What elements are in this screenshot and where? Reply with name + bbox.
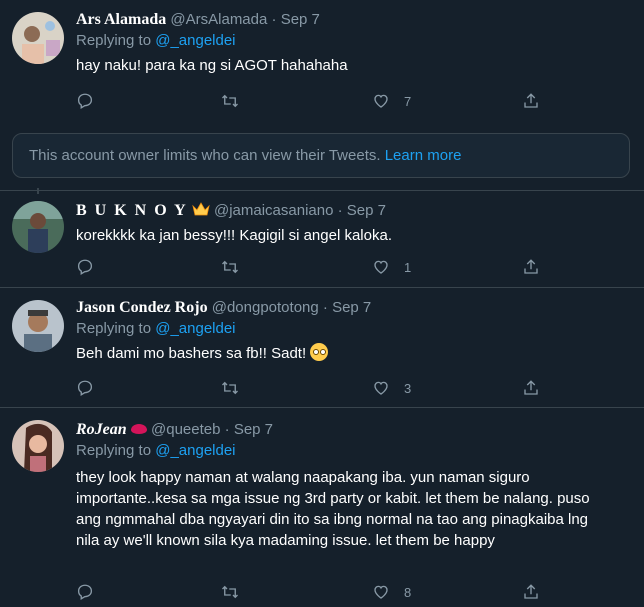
tweet-actions: 1 — [76, 257, 546, 277]
restricted-account-notice: This account owner limits who can view t… — [12, 133, 630, 178]
tweet-date[interactable]: Sep 7 — [234, 421, 273, 438]
retweet-button[interactable] — [221, 582, 239, 602]
user-handle[interactable]: @ArsAlamada — [170, 11, 267, 28]
avatar[interactable] — [12, 201, 64, 253]
retweet-button[interactable] — [221, 378, 239, 398]
display-name[interactable]: B U K N O Y — [76, 202, 188, 219]
tweet-date[interactable]: Sep 7 — [347, 202, 386, 219]
separator: · — [271, 11, 277, 28]
reply-button[interactable] — [76, 91, 94, 111]
crown-emoji-icon — [192, 202, 210, 216]
retweet-icon — [222, 94, 238, 108]
display-name[interactable]: Jason Condez Rojo — [76, 299, 208, 316]
avatar[interactable] — [12, 420, 64, 472]
like-icon — [374, 585, 388, 599]
retweet-button[interactable] — [221, 91, 239, 111]
like-icon — [374, 94, 388, 108]
reply-icon — [77, 584, 93, 600]
replying-to: Replying to @_angeldei — [76, 30, 634, 52]
share-button[interactable] — [522, 582, 540, 602]
replying-label: Replying to — [76, 32, 152, 49]
lips-emoji-icon — [130, 424, 147, 434]
share-icon — [524, 93, 538, 108]
tweet[interactable]: RoJean @queeteb · Sep 7 Replying to @_an… — [0, 408, 644, 607]
user-handle[interactable]: @jamaicasaniano — [214, 202, 333, 219]
notice-text: This account owner limits who can view t… — [29, 147, 381, 164]
like-count: 1 — [404, 259, 412, 275]
share-button[interactable] — [522, 378, 540, 398]
rolling-eyes-emoji-icon — [310, 343, 329, 361]
tweet[interactable]: Jason Condez Rojo @dongpototong · Sep 7 … — [0, 288, 644, 408]
learn-more-link[interactable]: Learn more — [385, 147, 462, 164]
separator: · — [224, 421, 230, 438]
avatar[interactable] — [12, 300, 64, 352]
like-button[interactable]: 8 — [372, 582, 411, 602]
like-count: 7 — [404, 93, 412, 109]
retweet-icon — [222, 381, 238, 395]
like-icon — [374, 381, 388, 395]
user-handle[interactable]: @queeteb — [151, 421, 220, 438]
separator: · — [322, 299, 328, 316]
retweet-button[interactable] — [221, 257, 239, 277]
like-button[interactable]: 3 — [372, 378, 411, 398]
like-count: 8 — [404, 584, 412, 600]
replying-handle-link[interactable]: @_angeldei — [155, 320, 235, 337]
display-name[interactable]: RoJean — [76, 421, 127, 438]
share-button[interactable] — [522, 257, 540, 277]
retweet-icon — [222, 585, 238, 599]
tweet[interactable]: B U K N O Y @jamaicasaniano · Sep 7 kore… — [0, 190, 644, 288]
replying-label: Replying to — [76, 442, 152, 459]
tweet-date[interactable]: Sep 7 — [281, 11, 320, 28]
replying-label: Replying to — [76, 320, 152, 337]
tweet-actions: 8 — [76, 582, 546, 602]
user-handle[interactable]: @dongpototong — [212, 299, 319, 316]
retweet-icon — [222, 260, 238, 274]
reply-icon — [77, 259, 93, 275]
replying-handle-link[interactable]: @_angeldei — [155, 32, 235, 49]
tweet-text: korekkkk ka jan bessy!!! Kagigil si ange… — [76, 227, 392, 244]
tweet-text: they look happy naman at walang naapakan… — [76, 469, 590, 549]
reply-button[interactable] — [76, 257, 94, 277]
replying-to: Replying to @_angeldei — [76, 440, 634, 462]
replying-to: Replying to @_angeldei — [76, 318, 634, 340]
tweet-actions: 3 — [76, 378, 546, 398]
share-icon — [524, 259, 538, 274]
tweet-text: Beh dami mo bashers sa fb!! Sadt! — [76, 345, 307, 362]
reply-button[interactable] — [76, 582, 94, 602]
reply-icon — [77, 93, 93, 109]
reply-button[interactable] — [76, 378, 94, 398]
display-name[interactable]: Ars Alamada — [76, 11, 166, 28]
tweet-actions: 7 — [76, 91, 546, 111]
reply-icon — [77, 380, 93, 396]
avatar[interactable] — [12, 12, 64, 64]
share-icon — [524, 380, 538, 395]
separator: · — [337, 202, 343, 219]
tweet[interactable]: Ars Alamada @ArsAlamada · Sep 7 Replying… — [0, 0, 644, 122]
like-icon — [374, 260, 388, 274]
like-button[interactable]: 7 — [372, 91, 411, 111]
share-button[interactable] — [522, 91, 540, 111]
share-icon — [524, 584, 538, 599]
like-count: 3 — [404, 380, 412, 396]
replying-handle-link[interactable]: @_angeldei — [155, 442, 235, 459]
like-button[interactable]: 1 — [372, 257, 411, 277]
tweet-text: hay naku! para ka ng si AGOT hahahaha — [76, 57, 348, 74]
tweet-date[interactable]: Sep 7 — [332, 299, 371, 316]
